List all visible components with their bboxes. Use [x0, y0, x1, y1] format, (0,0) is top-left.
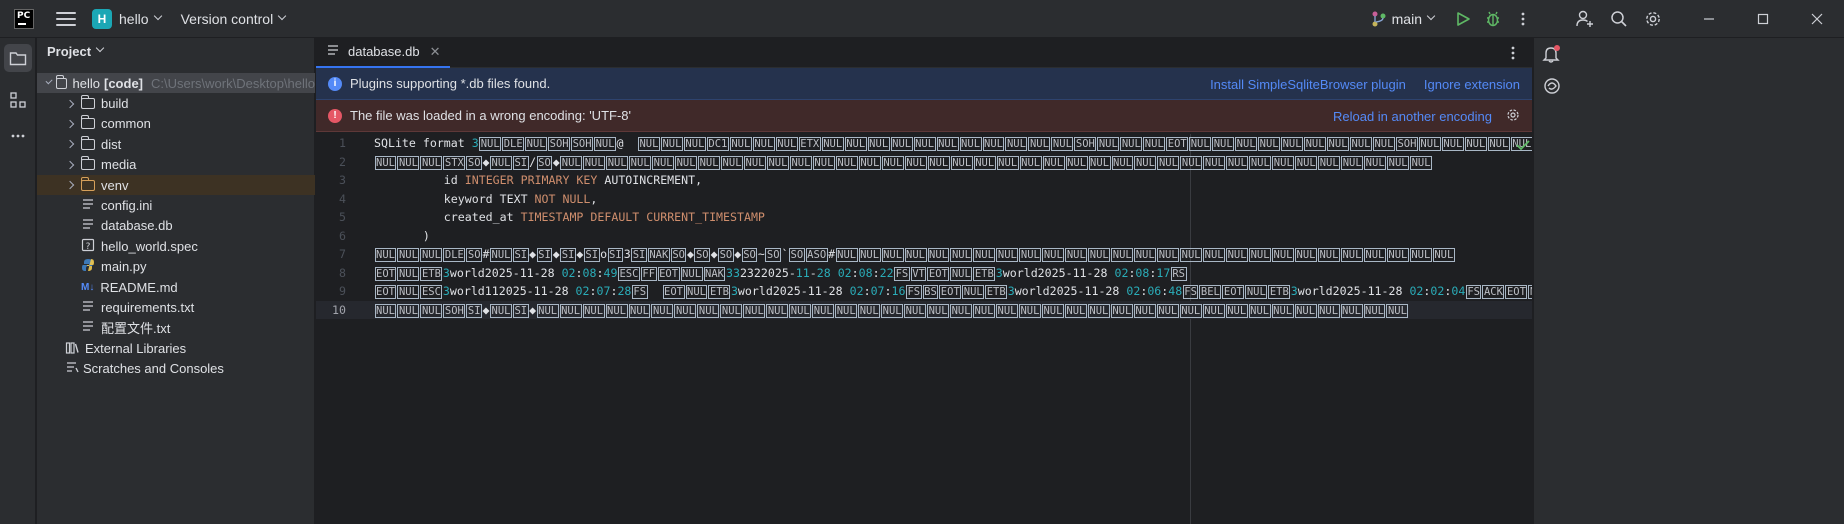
chevron-down-icon[interactable]: [277, 11, 287, 20]
tree-root-hello[interactable]: hello [code] C:\Users\work\Desktop\hello: [37, 73, 315, 94]
tree-item-spec[interactable]: ? hello_world.spec: [37, 236, 315, 256]
tree-item-config-txt[interactable]: 配置文件.txt: [37, 318, 315, 338]
code-line[interactable]: 2 NUL NUL NUL STX SO ◆ NUL SI / SO ◆ NUL NUL NUL NUL NUL…: [316, 153, 1532, 172]
project-badge[interactable]: H: [92, 8, 112, 29]
tree-item-common[interactable]: common: [37, 114, 315, 134]
tree-item-readme[interactable]: M↓ README.md: [37, 277, 315, 297]
scratches-icon: [65, 360, 79, 377]
search-icon[interactable]: [1608, 8, 1630, 30]
minimize-button[interactable]: [1682, 0, 1736, 38]
library-icon: [65, 340, 79, 357]
run-icon[interactable]: [1452, 8, 1474, 30]
ignore-extension-link[interactable]: Ignore extension: [1424, 77, 1520, 92]
code-line[interactable]: 5 created_at TIMESTAMP DEFAULT CURRENT_T…: [316, 208, 1532, 227]
info-icon: i: [328, 76, 342, 91]
tree-item-config[interactable]: config.ini: [37, 195, 315, 215]
tree-item-dist[interactable]: dist: [37, 134, 315, 154]
branch-name[interactable]: main: [1392, 11, 1422, 27]
tree-item-database[interactable]: database.db: [37, 216, 315, 236]
main-menu-icon[interactable]: [56, 11, 76, 26]
code-line[interactable]: 9 EOT NUL ESC 3world112025-11-28 02:07:28 FS …: [316, 282, 1532, 301]
tab-database-db[interactable]: database.db ✕: [316, 38, 451, 68]
expand-arrow-icon[interactable]: [65, 180, 75, 190]
tab-options-icon[interactable]: [1510, 45, 1516, 64]
plugin-banner-text: Plugins supporting *.db files found.: [350, 76, 551, 91]
banner-settings-icon[interactable]: [1506, 108, 1520, 125]
tree-external-libraries[interactable]: External Libraries: [37, 338, 315, 358]
add-user-icon[interactable]: [1574, 8, 1596, 30]
code-view[interactable]: 1 SQLite format 3 NUL DLE NUL SOH SOH NUL @ NUL N…: [316, 134, 1532, 319]
expand-arrow-icon[interactable]: [65, 160, 75, 169]
error-icon: !: [328, 108, 342, 123]
folder-icon: [80, 115, 95, 130]
ai-assistant-icon[interactable]: [1542, 76, 1562, 99]
project-name[interactable]: hello: [119, 11, 149, 27]
settings-gear-icon[interactable]: [1642, 8, 1664, 30]
title-bar: PC H hello Version control main: [0, 0, 1844, 38]
tree-item-main-py[interactable]: main.py: [37, 257, 315, 277]
project-panel: Project hello [code] C:\Users\work\Deskt…: [37, 38, 315, 524]
code-line[interactable]: 4 keyword TEXT NOT NULL,: [316, 190, 1532, 209]
text-file-icon: [326, 43, 340, 60]
project-tool-button[interactable]: [4, 44, 32, 72]
unknown-file-icon: ?: [81, 238, 95, 255]
folder-icon: [80, 95, 95, 110]
structure-tool-icon[interactable]: [4, 86, 32, 114]
notifications-bell-icon[interactable]: [1542, 44, 1562, 67]
left-tool-strip: [0, 38, 36, 524]
editor-tab-bar: database.db ✕: [316, 38, 1532, 68]
config-file-icon: [81, 197, 95, 214]
code-line[interactable]: 7 NUL NUL NUL DLE SO # NUL SI ◆ SI ◆ SI ◆ SI o SI 3 SI NAK S…: [316, 245, 1532, 264]
root-path: C:\Users\work\Desktop\hello: [151, 75, 315, 91]
code-line[interactable]: 8 EOT NUL ETB 3world2025-11-28 02:08:49 ESC FF…: [316, 264, 1532, 283]
plugin-banner: i Plugins supporting *.db files found. I…: [316, 68, 1532, 100]
python-file-icon: [81, 258, 95, 275]
svg-text:?: ?: [86, 242, 91, 252]
close-window-button[interactable]: [1790, 0, 1844, 38]
folder-icon: [80, 135, 95, 150]
install-plugin-link[interactable]: Install SimpleSqliteBrowser plugin: [1210, 77, 1406, 92]
tree-scratches[interactable]: Scratches and Consoles: [37, 358, 315, 378]
maximize-button[interactable]: [1736, 0, 1790, 38]
code-line[interactable]: 3 id INTEGER PRIMARY KEY AUTOINCREMENT,: [316, 171, 1532, 190]
right-tool-strip: [1534, 38, 1844, 524]
text-file-icon: [81, 319, 95, 336]
vcs-menu[interactable]: Version control: [181, 11, 274, 27]
tree-item-venv[interactable]: venv: [37, 174, 315, 196]
chevron-down-icon[interactable]: [95, 43, 105, 53]
debug-icon[interactable]: [1482, 8, 1504, 30]
pycharm-logo: PC: [14, 8, 34, 29]
folder-icon: [80, 156, 95, 171]
expand-arrow-icon[interactable]: [65, 99, 75, 108]
folder-icon: [56, 74, 67, 89]
tree-item-media[interactable]: media: [37, 155, 315, 175]
encoding-banner-text: The file was loaded in a wrong encoding:…: [350, 108, 631, 123]
tree-item-requirements[interactable]: requirements.txt: [37, 297, 315, 317]
more-tools-icon[interactable]: [4, 122, 32, 150]
branch-icon[interactable]: [1370, 10, 1388, 28]
text-file-icon: [81, 217, 95, 234]
project-tree: hello [code] C:\Users\work\Desktop\hello…: [37, 73, 315, 379]
more-vertical-icon[interactable]: [1512, 8, 1534, 30]
project-panel-title[interactable]: Project: [47, 44, 91, 59]
chevron-down-icon[interactable]: [153, 11, 162, 20]
expand-arrow-icon[interactable]: [65, 119, 75, 129]
chevron-down-icon[interactable]: [1426, 11, 1436, 21]
expand-arrow-icon[interactable]: [45, 77, 53, 85]
inspection-ok-icon[interactable]: [1516, 139, 1530, 151]
excluded-folder-icon: [80, 176, 95, 191]
close-tab-icon[interactable]: ✕: [430, 44, 441, 60]
markdown-file-icon: M↓: [81, 281, 95, 293]
code-line[interactable]: 6 ): [316, 227, 1532, 246]
editor-area: database.db ✕ i Plugins supporting *.db …: [316, 38, 1532, 524]
tree-item-build[interactable]: build: [37, 93, 315, 113]
text-file-icon: [81, 299, 95, 316]
code-line[interactable]: 1 SQLite format 3 NUL DLE NUL SOH SOH NUL @ NUL N…: [316, 134, 1532, 153]
encoding-banner: ! The file was loaded in a wrong encodin…: [316, 100, 1532, 132]
expand-arrow-icon[interactable]: [65, 140, 75, 149]
code-line-current[interactable]: 10 NUL NUL NUL SOH SI ◆ NUL SI ◆ NUL NUL NUL NUL NUL NU…: [316, 300, 1532, 319]
reload-encoding-link[interactable]: Reload in another encoding: [1333, 109, 1492, 124]
